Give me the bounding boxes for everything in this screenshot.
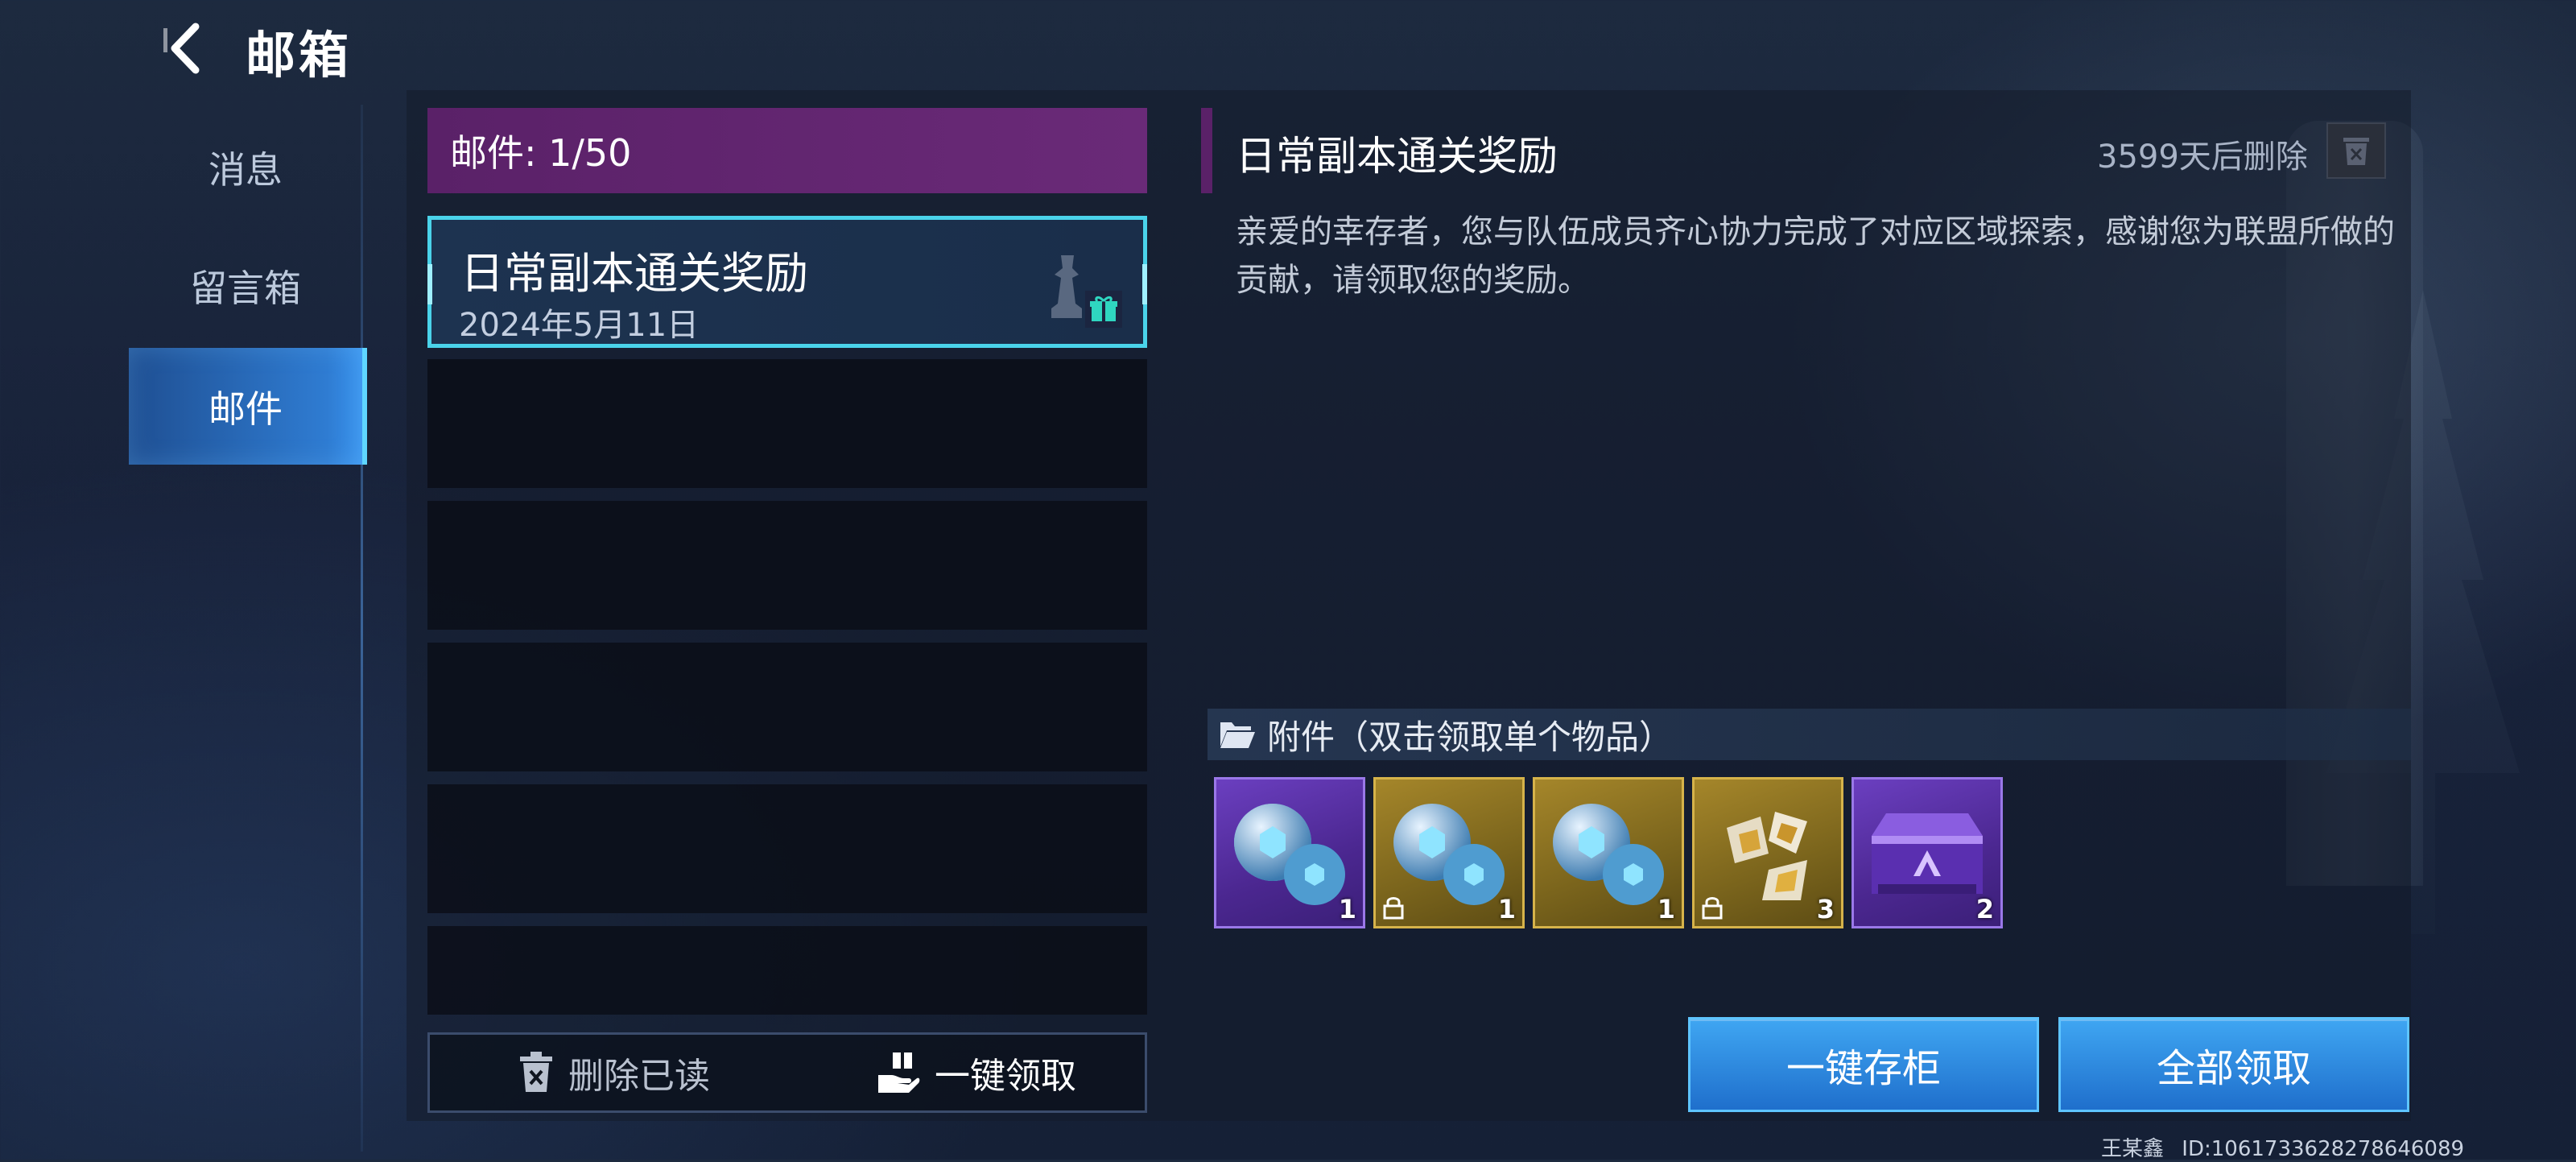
hand-receive-icon [878,1052,920,1093]
nav-item-guestbook[interactable]: 留言箱 [129,227,362,344]
mail-list-actions: 删除已读 一键领取 [427,1032,1147,1113]
folder-icon [1220,722,1255,748]
item-quantity: 3 [1816,894,1835,924]
attachment-item[interactable]: 1 [1214,777,1365,928]
attachments-label: 附件（双击领取单个物品） [1267,717,1674,757]
chess-piece-icon [1051,255,1082,318]
player-name: 王某鑫 [2101,1137,2165,1161]
attachments-header: 附件（双击领取单个物品） [1208,709,2411,760]
delete-mail-button[interactable] [2326,122,2386,179]
player-id-footer: 王某鑫 ID:1061733628278646089 [2101,1132,2464,1162]
back-button[interactable] [149,16,221,81]
selection-handle-left [427,264,432,304]
one-key-claim-button[interactable]: 一键领取 [877,1035,1076,1110]
mail-body-text: 亲爱的幸存者，您与队伍成员齐心协力完成了对应区域探索，感谢您为联盟所做的贡献，请… [1236,213,2395,299]
empty-mail-slot [427,784,1147,913]
trash-icon [520,1052,552,1092]
nav-item-mail[interactable]: 邮件 [129,348,367,465]
attachment-item[interactable]: 1 [1373,777,1525,928]
attachment-gift-icon [1085,291,1122,328]
item-quantity: 1 [1497,894,1516,924]
empty-mail-slot [427,359,1147,488]
attachment-items: 1 1 1 3 2 [1214,777,2003,928]
trash-icon [2343,138,2369,165]
attachment-item[interactable]: 2 [1852,777,2003,928]
page-title: 邮箱 [246,26,353,85]
one-key-claim-label: 一键领取 [935,1056,1076,1097]
mail-count-label: 邮件: 1/50 [450,131,632,175]
mail-item-title: 日常副本通关奖励 [460,248,808,299]
attachment-item[interactable]: 3 [1692,777,1843,928]
mail-list-item[interactable]: 日常副本通关奖励 2024年5月11日 [427,216,1147,348]
mail-item-date: 2024年5月11日 [459,307,700,344]
lock-icon [1702,897,1723,920]
empty-mail-slot [427,501,1147,630]
item-quantity: 1 [1338,894,1356,924]
player-id: ID:1061733628278646089 [2182,1137,2465,1161]
claim-all-label: 全部领取 [2156,1046,2311,1091]
store-all-button[interactable]: 一键存柜 [1688,1017,2039,1112]
selection-handle-right [1142,264,1147,304]
store-all-label: 一键存柜 [1785,1046,1941,1091]
lock-icon [1383,897,1404,920]
empty-mail-slot [427,926,1147,1015]
detail-accent-bar [1201,108,1212,193]
item-quantity: 2 [1975,894,1994,924]
mail-count-header: 邮件: 1/50 [427,108,1147,193]
chevron-left-icon [163,23,200,74]
delete-read-label: 删除已读 [568,1056,710,1097]
mail-detail-title: 日常副本通关奖励 [1236,133,1558,180]
expire-countdown: 3599天后删除 [2097,139,2308,176]
item-quantity: 1 [1657,894,1675,924]
claim-all-button[interactable]: 全部领取 [2058,1017,2409,1112]
attachment-item[interactable]: 1 [1533,777,1684,928]
empty-mail-slot [427,643,1147,771]
delete-read-button[interactable]: 删除已读 [518,1035,710,1110]
nav-item-messages[interactable]: 消息 [129,109,362,225]
